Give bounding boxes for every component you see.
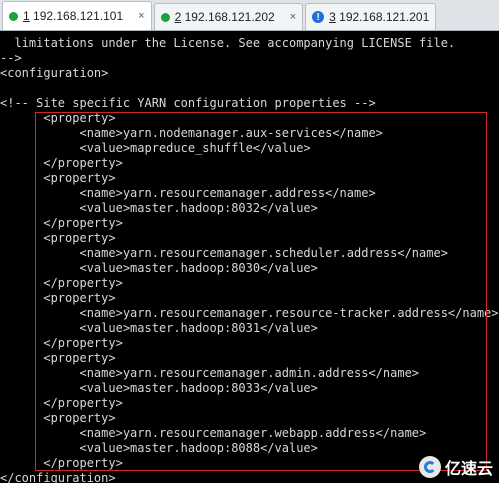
watermark-logo-icon: [418, 456, 441, 478]
close-icon[interactable]: ×: [290, 11, 296, 23]
tab-session-1-label: 1 192.168.121.101: [23, 9, 124, 23]
watermark-text: 亿速云: [444, 461, 493, 478]
tab-session-1[interactable]: 1 192.168.121.101 ×: [2, 1, 152, 30]
terminal-line: </configuration>: [0, 471, 116, 483]
terminal-line: -->: [0, 51, 22, 65]
terminal-line: <!-- Site specific YARN configuration pr…: [0, 96, 376, 110]
terminal-line: limitations under the License. See accom…: [0, 36, 456, 50]
tab-session-2-label: 2 192.168.121.202: [174, 10, 275, 24]
watermark: 亿速云: [418, 455, 493, 479]
close-icon[interactable]: ×: [138, 10, 144, 22]
tab-session-2[interactable]: 2 192.168.121.202 ×: [153, 3, 304, 30]
connected-status-icon: [160, 12, 170, 22]
terminal-line: <configuration>: [0, 66, 109, 80]
terminal-output[interactable]: limitations under the License. See accom…: [0, 31, 499, 483]
connected-status-icon: [9, 11, 18, 21]
tab-session-3[interactable]: ! 3 192.168.121.201: [305, 3, 437, 30]
session-tab-bar: 1 192.168.121.101 × 2 192.168.121.202 × …: [0, 0, 499, 31]
tab-session-3-label: 3 192.168.121.201: [329, 10, 430, 24]
highlight-box: [35, 112, 487, 471]
warning-status-icon: !: [312, 11, 325, 23]
